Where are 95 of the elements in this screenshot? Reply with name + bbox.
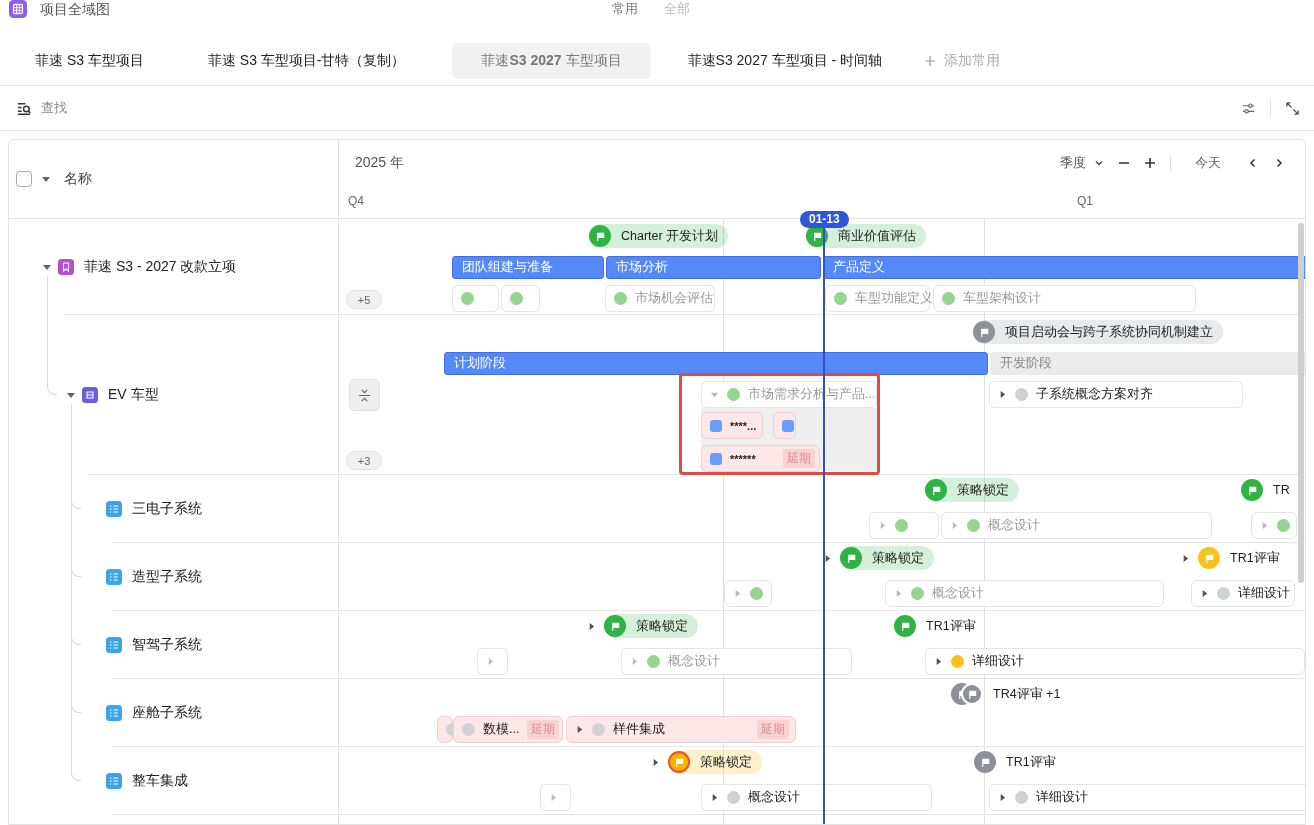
caret-icon[interactable] xyxy=(651,757,660,767)
caret-icon[interactable] xyxy=(1200,589,1209,598)
task-chip[interactable]: 详细设计 xyxy=(1191,580,1295,607)
milestone[interactable]: 策略锁定 xyxy=(925,478,1019,502)
caret-icon[interactable] xyxy=(1181,553,1190,563)
project-tab[interactable]: 菲速 S3 车型项目 xyxy=(18,42,161,79)
app-title: 项目全域图 xyxy=(40,0,110,18)
caret-icon[interactable] xyxy=(66,390,76,400)
scale-dropdown[interactable]: 季度 xyxy=(1060,154,1104,172)
milestone[interactable]: TR xyxy=(1241,478,1300,502)
task-name: 详细设计 xyxy=(1238,585,1290,602)
caret-icon[interactable] xyxy=(998,390,1007,399)
task-name: 概念设计 xyxy=(932,585,984,602)
tree-item-name[interactable]: 造型子系统 xyxy=(132,568,202,586)
task-chip[interactable]: 详细设计 xyxy=(925,648,1305,675)
chevron-down-icon xyxy=(1094,158,1104,168)
list-icon xyxy=(106,773,122,789)
today-button[interactable]: 今天 xyxy=(1195,154,1221,172)
milestone[interactable]: TR1评审 xyxy=(894,614,986,638)
milestone[interactable]: Charter 开发计划 xyxy=(589,224,729,248)
filter-sliders-icon[interactable] xyxy=(1241,100,1256,116)
expand-icon[interactable] xyxy=(1285,100,1300,116)
search-icon xyxy=(17,100,32,116)
task-chip[interactable]: 概念设计 xyxy=(701,784,932,811)
milestone[interactable]: TR4评审 +1 xyxy=(951,682,1071,706)
subtask-icon xyxy=(710,419,722,432)
tree-item-name[interactable]: 座舱子系统 xyxy=(132,704,202,722)
task-name: 车型功能定义 xyxy=(855,290,933,307)
view-tab[interactable]: 常用 xyxy=(612,0,638,18)
task-name: 详细设计 xyxy=(972,653,1024,670)
list-icon xyxy=(106,705,122,721)
tree-item-name[interactable]: 菲速 S3 - 2027 改款立项 xyxy=(84,258,237,276)
collapse-icon xyxy=(358,388,371,402)
project-tab[interactable]: 菲速S3 2027 车型项目 - 时间轴 xyxy=(670,42,900,79)
milestone[interactable]: 商业价值评估 xyxy=(806,224,926,248)
task-name: 概念设计 xyxy=(668,653,720,670)
task-name: 市场机会评估 xyxy=(635,290,713,307)
task-name: 概念设计 xyxy=(988,517,1040,534)
delayed-tag: 延期 xyxy=(527,720,560,739)
layers-icon xyxy=(82,387,98,403)
delayed-tag: 延期 xyxy=(783,449,815,468)
milestone[interactable]: 项目启动会与跨子系统协同机制建立 xyxy=(973,320,1223,344)
search-button[interactable]: 查找 xyxy=(17,99,67,117)
task-name: 子系统概念方案对齐 xyxy=(1036,386,1153,403)
subtask-icon xyxy=(782,419,794,432)
list-icon xyxy=(106,501,122,517)
task-name: 详细设计 xyxy=(1036,789,1088,806)
today-marker: 01-13 xyxy=(800,211,849,228)
tree-item-name[interactable]: 三电子系统 xyxy=(132,500,202,518)
caret-down-icon[interactable] xyxy=(41,174,51,184)
quarter-label: Q4 xyxy=(348,194,364,208)
caret-icon[interactable] xyxy=(934,657,943,666)
bookmark-icon xyxy=(58,259,74,275)
milestone[interactable]: 策略锁定 xyxy=(840,546,934,570)
task-name: 概念设计 xyxy=(748,789,800,806)
name-column-header: 名称 xyxy=(64,170,92,188)
subtask-name: ****... xyxy=(730,419,757,432)
task-chip[interactable]: 详细设计 xyxy=(989,784,1305,811)
more-count-badge[interactable]: +3 xyxy=(346,451,382,470)
milestone[interactable]: 策略锁定 xyxy=(604,614,698,638)
milestone[interactable]: 策略锁定 xyxy=(668,750,762,774)
quarter-label: Q1 xyxy=(1077,194,1093,208)
subtask-icon xyxy=(710,452,722,465)
caret-icon[interactable] xyxy=(587,621,596,631)
milestone[interactable]: TR1评审 xyxy=(974,750,1066,774)
caret-icon[interactable] xyxy=(575,725,584,734)
list-icon xyxy=(106,569,122,585)
zoom-in-icon[interactable] xyxy=(1144,157,1156,169)
list-icon xyxy=(106,637,122,653)
year-label: 2025 年 xyxy=(355,154,405,172)
caret-icon[interactable] xyxy=(710,793,719,802)
task-name: 样件集成 xyxy=(613,721,665,738)
collapse-button[interactable] xyxy=(349,379,380,411)
tree-item-name[interactable]: 智驾子系统 xyxy=(132,636,202,654)
scrollbar[interactable] xyxy=(1298,223,1304,583)
tree-item-name[interactable]: 整车集成 xyxy=(132,772,188,790)
caret-icon[interactable] xyxy=(823,553,832,563)
task-chip[interactable]: 样件集成 延期 xyxy=(566,716,796,743)
task-name: 数模... xyxy=(483,721,520,738)
subtask-chip[interactable]: ****... xyxy=(701,412,763,439)
milestone[interactable]: TR1评审 xyxy=(1198,546,1290,570)
project-tab[interactable]: 菲速S3 2027 车型项目 xyxy=(452,42,651,79)
project-tab[interactable]: 菲速 S3 车型项目-甘特（复制） xyxy=(190,42,423,79)
task-chip[interactable]: 子系统概念方案对齐 xyxy=(989,381,1243,408)
subtask-chip[interactable]: ****** 延期 xyxy=(701,445,820,472)
delayed-tag: 延期 xyxy=(757,720,789,739)
tree-item-name[interactable]: EV 车型 xyxy=(108,386,159,404)
subtask-name: ****** xyxy=(730,452,756,465)
more-count-badge[interactable]: +5 xyxy=(346,290,382,309)
task-chip[interactable]: 数模... 延期 xyxy=(453,716,563,743)
plus-icon xyxy=(924,54,937,67)
task-name: 车型架构设计 xyxy=(963,290,1041,307)
select-all-checkbox[interactable] xyxy=(16,171,32,187)
caret-icon[interactable] xyxy=(42,262,52,272)
caret-icon[interactable] xyxy=(998,793,1007,802)
